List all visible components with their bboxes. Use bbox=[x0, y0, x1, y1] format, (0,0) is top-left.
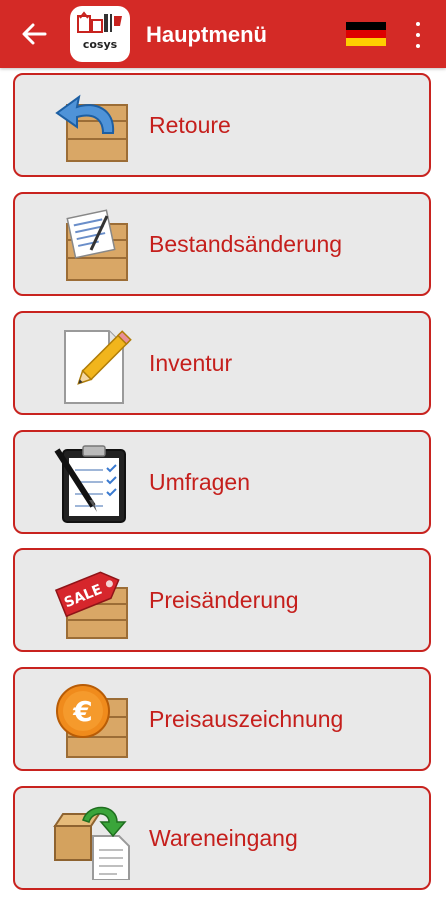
sale-tag-box-icon: SALE bbox=[53, 562, 133, 642]
page-title: Hauptmenü bbox=[146, 22, 267, 47]
inventory-change-box-icon bbox=[53, 206, 133, 286]
goods-receipt-icon bbox=[53, 800, 133, 881]
menu-item-label: Retoure bbox=[149, 111, 231, 138]
menu-item-preisauszeichnung[interactable]: € Preisauszeichnung bbox=[13, 667, 431, 771]
menu-item-label: Inventur bbox=[149, 349, 233, 376]
germany-flag-icon[interactable] bbox=[346, 22, 386, 46]
menu-item-label: Preisauszeichnung bbox=[149, 705, 344, 732]
menu-item-preisaenderung[interactable]: SALE Preisänderung bbox=[13, 548, 431, 652]
menu-item-bestandsaenderung[interactable]: Bestandsänderung bbox=[13, 192, 431, 296]
clipboard-survey-icon bbox=[53, 444, 133, 524]
menu-item-retoure[interactable]: Retoure bbox=[13, 73, 431, 177]
return-box-icon bbox=[53, 87, 133, 167]
svg-text:cosys: cosys bbox=[83, 38, 118, 51]
app-logo: cosys bbox=[70, 6, 130, 62]
document-pencil-icon bbox=[53, 325, 133, 405]
euro-coin-box-icon: € bbox=[53, 681, 133, 761]
more-vert-icon[interactable] bbox=[408, 22, 428, 48]
menu-item-label: Wareneingang bbox=[149, 824, 298, 851]
svg-text:€: € bbox=[72, 695, 92, 728]
menu-item-label: Preisänderung bbox=[149, 586, 299, 613]
menu-item-label: Bestandsänderung bbox=[149, 230, 343, 257]
menu-item-label: Umfragen bbox=[149, 468, 250, 495]
menu-item-inventur[interactable]: Inventur bbox=[13, 311, 431, 415]
menu-item-wareneingang[interactable]: Wareneingang bbox=[13, 786, 431, 890]
back-arrow-icon[interactable] bbox=[18, 20, 50, 48]
menu-item-umfragen[interactable]: Umfragen bbox=[13, 430, 431, 534]
app-bar: cosys Hauptmenü bbox=[0, 0, 446, 68]
